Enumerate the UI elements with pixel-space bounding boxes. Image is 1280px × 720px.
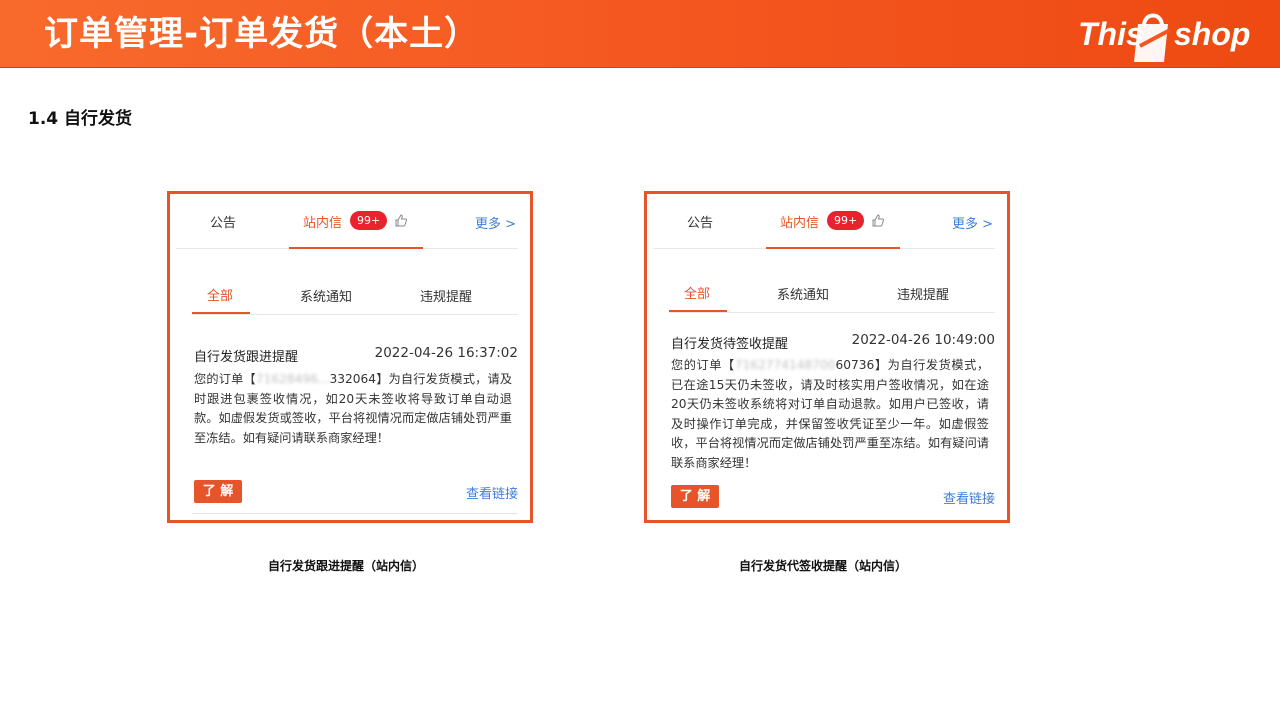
order-id-tail: 332064 xyxy=(329,372,377,386)
logo-text-shop: shop xyxy=(1174,16,1251,52)
subtab-violation[interactable]: 违规提醒 xyxy=(420,286,472,305)
tab-inbox[interactable]: 站内信 99+ xyxy=(289,194,423,249)
view-link[interactable]: 查看链接 xyxy=(466,483,518,502)
subtab-system[interactable]: 系统通知 xyxy=(300,286,352,305)
sub-tabs: 全部 系统通知 违规提醒 xyxy=(192,276,518,315)
top-tabs: 公告 站内信 99+ 更多 > xyxy=(176,194,518,249)
subtab-violation[interactable]: 违规提醒 xyxy=(897,284,949,303)
sub-tabs: 全部 系统通知 违规提醒 xyxy=(669,274,995,313)
tab-inbox-label: 站内信 xyxy=(780,216,820,231)
tab-inbox[interactable]: 站内信 99+ xyxy=(766,194,900,249)
message-body: 您的订单【71628496...332064】为自行发货模式，请及时跟进包裹签收… xyxy=(194,370,512,448)
view-link[interactable]: 查看链接 xyxy=(943,488,995,507)
order-id-blurred: 7162774148700 xyxy=(734,358,836,372)
shopping-bag-icon xyxy=(1134,13,1171,62)
more-link[interactable]: 更多 > xyxy=(475,213,516,232)
header-banner: 订单管理-订单发货（本土） This shop xyxy=(0,0,1280,68)
tab-notice[interactable]: 公告 xyxy=(210,212,236,231)
order-id-blurred: 71628496... xyxy=(255,372,330,386)
tab-inbox-label: 站内信 xyxy=(303,216,343,231)
tab-notice[interactable]: 公告 xyxy=(687,212,713,231)
caption-follow-up: 自行发货跟进提醒（站内信） xyxy=(268,559,425,573)
message-time: 2022-04-26 16:37:02 xyxy=(374,345,518,361)
thumbs-up-icon xyxy=(395,214,407,227)
message-title: 自行发货跟进提醒 xyxy=(194,350,299,365)
message-title: 自行发货待签收提醒 xyxy=(671,337,789,352)
more-link[interactable]: 更多 > xyxy=(952,213,993,232)
divider xyxy=(192,513,518,514)
order-id-tail: 60736 xyxy=(835,358,875,372)
subtab-system[interactable]: 系统通知 xyxy=(777,284,829,303)
section-heading: 1.4 自行发货 xyxy=(28,109,133,129)
body-suffix: 】为自行发货模式，已在途15天仍未签收，请及时核实用户签收情况，如在途20天仍未… xyxy=(671,358,990,470)
unread-badge: 99+ xyxy=(827,211,865,230)
body-prefix: 您的订单【 xyxy=(194,372,256,386)
top-tabs: 公告 站内信 99+ 更多 > xyxy=(653,194,995,249)
thumbs-up-icon xyxy=(872,214,884,227)
learn-button[interactable]: 了 解 xyxy=(194,480,242,503)
message-body: 您的订单【716277414870060736】为自行发货模式，已在途15天仍未… xyxy=(671,356,989,473)
caption-pending-signature: 自行发货代签收提醒（站内信） xyxy=(739,559,908,573)
subtab-all-label: 全部 xyxy=(684,287,711,302)
subtab-all-label: 全部 xyxy=(207,289,234,304)
body-prefix: 您的订单【 xyxy=(671,358,735,372)
message-time: 2022-04-26 10:49:00 xyxy=(851,332,995,348)
message-card-follow-up: 公告 站内信 99+ 更多 > 全部 系统通知 违规提醒 自行发货跟进提醒 20… xyxy=(167,191,533,523)
learn-button[interactable]: 了 解 xyxy=(671,485,719,508)
message-card-pending-signature: 公告 站内信 99+ 更多 > 全部 系统通知 违规提醒 自行发货待签收提醒 2… xyxy=(644,191,1010,523)
thisshop-logo: This shop xyxy=(1078,6,1268,62)
unread-badge: 99+ xyxy=(350,211,388,230)
subtab-all[interactable]: 全部 xyxy=(192,276,250,314)
subtab-all[interactable]: 全部 xyxy=(669,274,727,312)
page-title: 订单管理-订单发货（本土） xyxy=(44,14,480,54)
